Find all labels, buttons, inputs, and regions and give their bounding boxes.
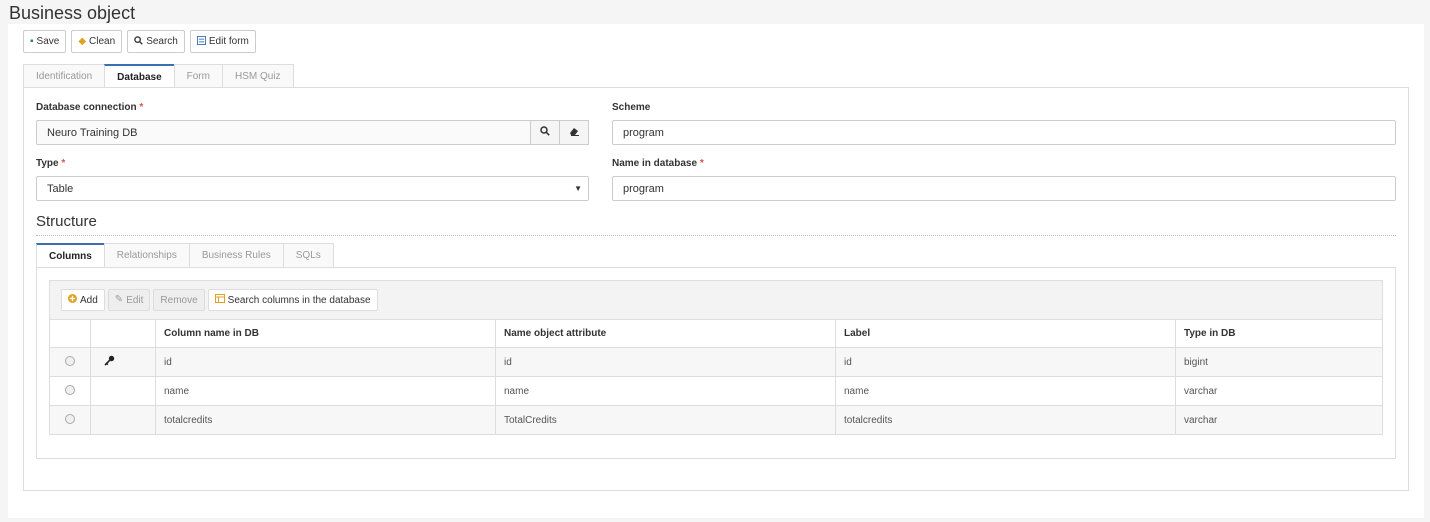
- column-header[interactable]: Name object attribute: [495, 319, 836, 348]
- table-row[interactable]: totalcredits TotalCredits totalcredits v…: [49, 405, 1383, 435]
- type-label: Type *: [36, 158, 66, 169]
- edit-label: Edit: [126, 294, 144, 306]
- name-in-db-label: Name in database *: [612, 158, 704, 169]
- row-key-cell: [90, 347, 156, 377]
- database-tab-content: Database connection * Neuro Training DB …: [23, 87, 1409, 491]
- db-connection-field[interactable]: Neuro Training DB: [36, 120, 532, 145]
- table-row[interactable]: id id id bigint: [49, 347, 1383, 377]
- type-select-value: Table: [47, 182, 74, 195]
- search-label: Search: [146, 36, 178, 47]
- required-marker: *: [61, 158, 66, 169]
- cell-type: varchar: [1175, 405, 1383, 435]
- remove-label: Remove: [160, 294, 198, 306]
- cell-attribute: id: [495, 347, 836, 377]
- cell-label: name: [835, 376, 1176, 406]
- page-title: Business object: [9, 3, 136, 23]
- name-in-db-field[interactable]: program: [612, 176, 1396, 201]
- tab-identification[interactable]: Identification: [23, 64, 106, 88]
- main-tabs: Identification Database Form HSM Quiz: [23, 64, 294, 89]
- cell-column-name: name: [155, 376, 496, 406]
- tab-sqls[interactable]: SQLs: [282, 243, 334, 267]
- tab-form[interactable]: Form: [173, 64, 223, 88]
- toolbar: ▪ Save ◆ Clean Search Edit form: [23, 30, 256, 53]
- required-marker: *: [699, 158, 704, 169]
- tab-columns[interactable]: Columns: [36, 243, 105, 268]
- cell-label: id: [835, 347, 1176, 377]
- cell-type: bigint: [1175, 347, 1383, 377]
- required-marker: *: [139, 102, 144, 113]
- structure-tabs: Columns Relationships Business Rules SQL…: [36, 243, 334, 268]
- remove-button[interactable]: Remove: [153, 289, 205, 311]
- cell-attribute: name: [495, 376, 836, 406]
- search-columns-button[interactable]: Search columns in the database: [207, 289, 378, 311]
- db-connection-clear-button[interactable]: [559, 120, 589, 145]
- row-radio[interactable]: [65, 384, 75, 395]
- scheme-label: Scheme: [612, 102, 651, 113]
- column-header[interactable]: Label: [835, 319, 1176, 348]
- row-key-cell: [90, 405, 156, 435]
- cell-column-name: id: [155, 347, 496, 377]
- table-icon: [214, 294, 225, 306]
- row-select-cell[interactable]: [49, 405, 91, 435]
- chevron-down-icon: ▼: [574, 184, 582, 193]
- save-label: Save: [36, 36, 60, 47]
- row-select-cell[interactable]: [49, 347, 91, 377]
- edit-button[interactable]: ✎ Edit: [107, 289, 151, 311]
- table-row[interactable]: name name name varchar: [49, 376, 1383, 406]
- row-select-cell[interactable]: [49, 376, 91, 406]
- clean-label: Clean: [89, 36, 116, 47]
- column-header[interactable]: Type in DB: [1175, 319, 1383, 348]
- scheme-field[interactable]: program: [612, 120, 1396, 145]
- cell-label: totalcredits: [835, 405, 1176, 435]
- key-column-header: [90, 319, 156, 348]
- form-icon: [196, 35, 206, 48]
- edit-form-button[interactable]: Edit form: [189, 30, 256, 53]
- edit-form-label: Edit form: [208, 36, 249, 47]
- clean-button[interactable]: ◆ Clean: [71, 30, 123, 53]
- tab-database[interactable]: Database: [104, 64, 175, 89]
- tab-relationships[interactable]: Relationships: [103, 243, 190, 267]
- table-header-row: Column name in DB Name object attribute …: [49, 319, 1383, 348]
- main-panel: ▪ Save ◆ Clean Search Edit form Identifi…: [8, 24, 1424, 518]
- save-button[interactable]: ▪ Save: [23, 30, 67, 53]
- row-radio[interactable]: [65, 355, 75, 366]
- key-icon: [104, 355, 115, 369]
- tab-hsm-quiz[interactable]: HSM Quiz: [221, 64, 294, 88]
- column-header[interactable]: Column name in DB: [155, 319, 496, 348]
- tab-business-rules[interactable]: Business Rules: [188, 243, 284, 267]
- cell-attribute: TotalCredits: [495, 405, 836, 435]
- db-connection-label: Database connection *: [36, 102, 144, 113]
- save-icon: ▪: [30, 35, 34, 47]
- row-key-cell: [90, 376, 156, 406]
- type-select[interactable]: Table ▼: [36, 176, 589, 201]
- eraser-icon: [569, 126, 580, 139]
- divider: [36, 235, 1396, 236]
- select-column-header: [49, 319, 91, 348]
- search-button[interactable]: Search: [127, 30, 185, 53]
- eraser-icon: ◆: [78, 35, 87, 47]
- add-label: Add: [80, 294, 98, 306]
- columns-table: Column name in DB Name object attribute …: [49, 319, 1383, 435]
- cell-column-name: totalcredits: [155, 405, 496, 435]
- db-connection-search-button[interactable]: [530, 120, 560, 145]
- cell-type: varchar: [1175, 376, 1383, 406]
- grid-toolbar: Add ✎ Edit Remove Search columns in the …: [49, 280, 1383, 319]
- row-radio[interactable]: [65, 413, 75, 424]
- search-icon: [540, 126, 550, 139]
- columns-tab-content: Add ✎ Edit Remove Search columns in the …: [36, 267, 1396, 459]
- structure-title: Structure: [36, 213, 97, 230]
- search-icon: [134, 35, 143, 48]
- plus-circle-icon: [68, 294, 77, 306]
- add-button[interactable]: Add: [61, 289, 105, 311]
- search-columns-label: Search columns in the database: [227, 294, 371, 306]
- pencil-icon: ✎: [114, 294, 124, 305]
